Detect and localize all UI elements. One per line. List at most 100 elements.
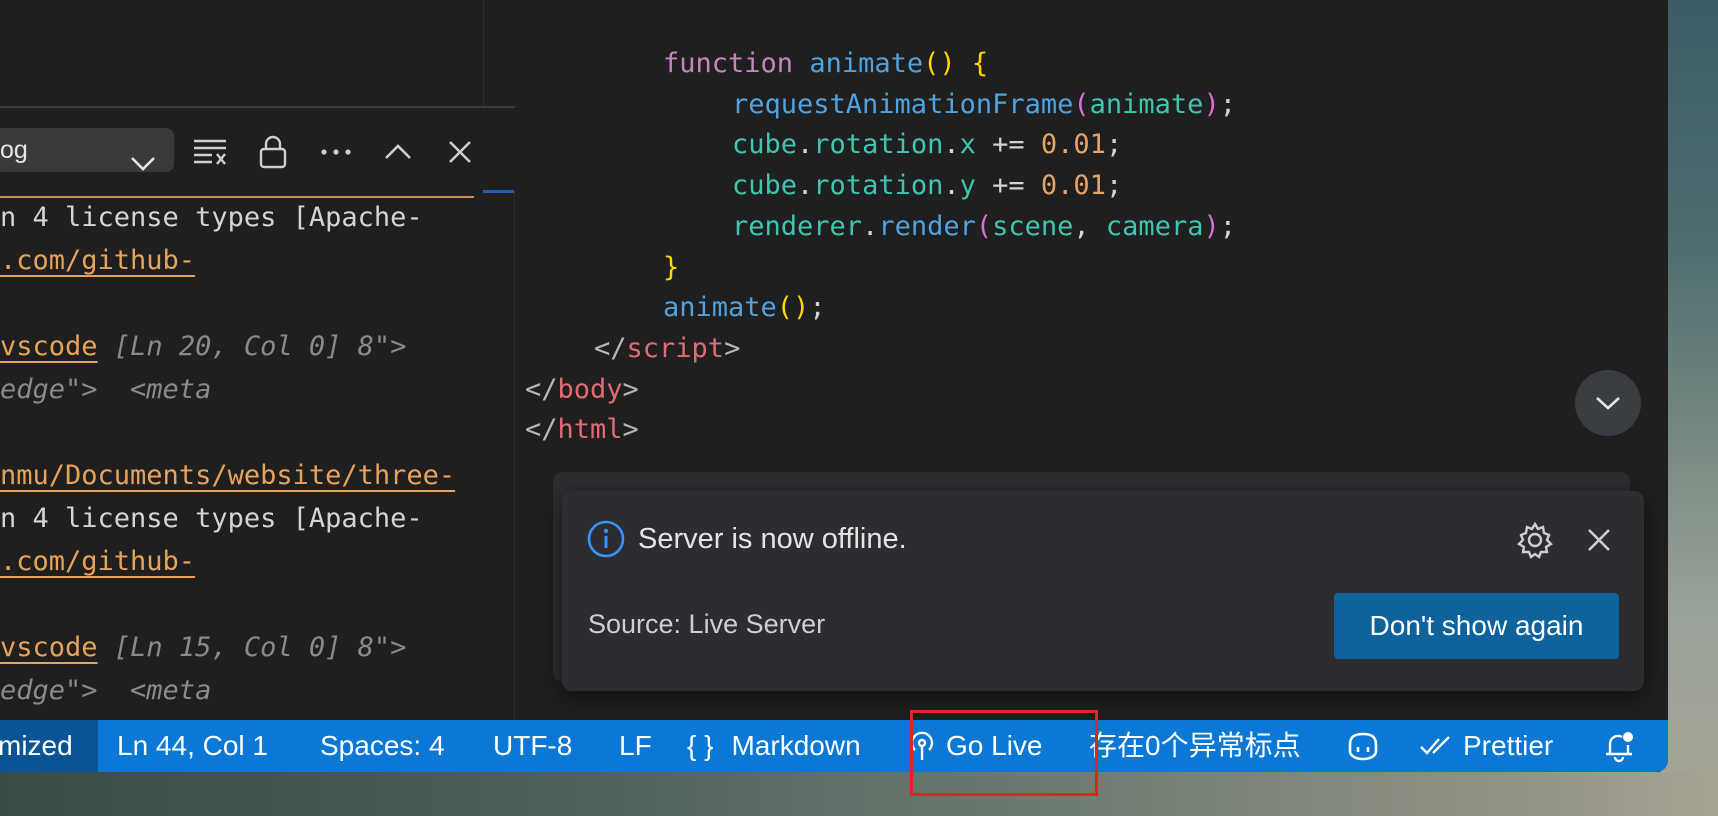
status-left-label[interactable]: mized xyxy=(0,720,73,772)
log-link[interactable]: vscode xyxy=(0,632,98,663)
code-token: x xyxy=(959,129,976,161)
output-divider-line xyxy=(0,196,474,198)
prettier-label: Prettier xyxy=(1463,730,1554,761)
log-text: edge"> <meta xyxy=(0,374,212,405)
desktop-wallpaper-bottom xyxy=(0,772,1718,816)
code-line: renderer.render(scene, camera); xyxy=(732,211,1236,242)
code-token: animate xyxy=(663,292,777,324)
sidebar-area xyxy=(0,0,483,106)
log-link[interactable]: vscode xyxy=(0,331,98,362)
code-token: ; xyxy=(1105,170,1123,202)
status-punctuation-check[interactable]: 存在0个异常标点 xyxy=(1089,720,1301,772)
copilot-icon xyxy=(1348,732,1378,761)
status-eol[interactable]: LF xyxy=(619,720,652,772)
notification-toast: Server is now offline. Source: Live Serv… xyxy=(562,491,1644,691)
code-token: </ xyxy=(525,414,558,446)
log-line: n 4 license types [Apache- xyxy=(0,503,423,534)
code-line: requestAnimationFrame(animate); xyxy=(732,89,1236,120)
code-token: ) xyxy=(1203,88,1220,120)
code-token: rotation xyxy=(813,129,944,161)
gear-icon[interactable] xyxy=(1516,521,1554,564)
status-language-mode[interactable]: { } Markdown xyxy=(687,720,861,772)
code-token: += xyxy=(975,170,1041,202)
scrollbar-accent xyxy=(483,190,515,193)
code-line: function animate() { xyxy=(663,48,988,79)
status-bar: mized Ln 44, Col 1 Spaces: 4 UTF-8 LF { … xyxy=(0,720,1668,772)
code-line: animate(); xyxy=(663,292,826,323)
status-encoding[interactable]: UTF-8 xyxy=(493,720,572,772)
code-line: cube.rotation.y += 0.01; xyxy=(732,170,1122,201)
status-cursor-position[interactable]: Ln 44, Col 1 xyxy=(117,720,268,772)
status-copilot[interactable] xyxy=(1346,720,1380,772)
status-indentation[interactable]: Spaces: 4 xyxy=(320,720,445,772)
code-token: > xyxy=(724,332,741,364)
code-token: ; xyxy=(1105,129,1123,161)
code-token: . xyxy=(862,210,879,242)
code-token: . xyxy=(797,129,814,161)
lock-scroll-icon[interactable] xyxy=(253,132,293,172)
notification-source: Source: Live Server xyxy=(588,609,826,639)
code-line: } xyxy=(663,252,679,283)
info-icon xyxy=(586,519,626,564)
code-token: html xyxy=(557,414,623,446)
code-token: } xyxy=(663,251,680,283)
code-token: y xyxy=(959,170,976,202)
log-link[interactable]: .com/github- xyxy=(0,546,195,577)
code-line: </html> xyxy=(525,414,639,445)
code-token: += xyxy=(975,129,1041,161)
log-link[interactable]: nmu/Documents/website/three- xyxy=(0,460,455,491)
close-icon[interactable] xyxy=(1580,521,1618,564)
scroll-to-bottom-button[interactable] xyxy=(1575,370,1641,436)
desktop-wallpaper xyxy=(1660,0,1718,816)
code-token: () xyxy=(923,48,956,79)
code-line: cube.rotation.x += 0.01; xyxy=(732,129,1122,160)
code-token: cube xyxy=(732,170,798,202)
code-token: 0.01 xyxy=(1040,129,1106,161)
code-token: ( xyxy=(1073,88,1090,120)
output-toolbar: og xyxy=(0,108,515,190)
chevron-down-icon xyxy=(1596,397,1620,410)
status-language-label: Markdown xyxy=(731,730,861,761)
close-panel-icon[interactable] xyxy=(440,132,480,172)
code-token: ; xyxy=(809,292,826,324)
output-panel: og n 4 license types [Apache- .com/githu… xyxy=(0,108,515,720)
code-line: </body> xyxy=(525,374,639,405)
code-token: requestAnimationFrame xyxy=(732,88,1074,120)
code-token: . xyxy=(943,129,960,161)
status-notifications[interactable] xyxy=(1602,720,1636,772)
code-token: script xyxy=(626,332,725,364)
code-token: ; xyxy=(1219,210,1236,242)
code-token: function xyxy=(663,48,794,79)
log-text: n 4 license types [Apache- xyxy=(0,202,423,233)
log-line: vscode [Ln 15, Col 0] 8"> xyxy=(0,632,406,663)
code-token: > xyxy=(622,373,639,405)
clear-output-icon[interactable] xyxy=(190,132,230,172)
dont-show-again-button[interactable]: Don't show again xyxy=(1334,593,1619,659)
log-link[interactable]: .com/github- xyxy=(0,245,195,276)
log-line: edge"> <meta xyxy=(0,374,211,405)
code-token: 0.01 xyxy=(1040,170,1106,202)
maximize-panel-icon[interactable] xyxy=(378,132,418,172)
log-line: nmu/Documents/website/three- xyxy=(0,460,455,491)
log-line: n 4 license types [Apache- xyxy=(0,202,423,233)
log-text: n 4 license types [Apache- xyxy=(0,503,423,534)
bell-dot-icon xyxy=(1606,732,1633,763)
status-prettier[interactable]: Prettier xyxy=(1419,720,1553,772)
code-token: ) xyxy=(1203,210,1220,242)
code-token: () xyxy=(776,292,810,324)
output-channel-select[interactable]: og xyxy=(0,128,174,172)
code-token: { xyxy=(971,48,989,79)
code-token: > xyxy=(622,414,639,446)
code-token: , xyxy=(1073,210,1106,242)
sidebar-divider xyxy=(483,0,484,108)
code-token: animate xyxy=(1089,88,1204,120)
code-token: . xyxy=(797,170,814,202)
log-text: [Ln 20, Col 0] 8"> xyxy=(113,331,407,362)
log-text: [Ln 15, Col 0] 8"> xyxy=(113,632,407,663)
more-actions-icon[interactable] xyxy=(316,132,356,172)
log-line: vscode [Ln 20, Col 0] 8"> xyxy=(0,331,406,362)
code-token: rotation xyxy=(813,170,944,202)
